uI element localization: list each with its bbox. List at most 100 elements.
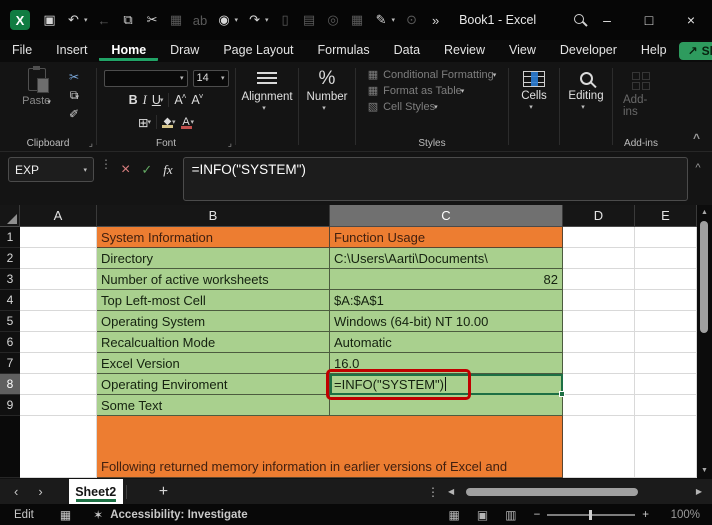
cell-D1[interactable] xyxy=(563,227,635,248)
cell-E2[interactable] xyxy=(635,248,697,269)
cell-E5[interactable] xyxy=(635,311,697,332)
horizontal-scroll-thumb[interactable] xyxy=(466,488,638,496)
collapse-formula-bar-icon[interactable]: ^ xyxy=(688,162,708,174)
cell-D3[interactable] xyxy=(563,269,635,290)
cell-B6[interactable]: Recalcualtion Mode xyxy=(97,332,330,353)
column-header-D[interactable]: D xyxy=(563,205,635,227)
cell-A3[interactable] xyxy=(20,269,97,290)
cell-E7[interactable] xyxy=(635,353,697,374)
row-header-3[interactable]: 3 xyxy=(0,269,20,290)
cell-D5[interactable] xyxy=(563,311,635,332)
font-size-combo[interactable]: 14 ▾ xyxy=(192,69,229,87)
horizontal-scrollbar[interactable]: ◀ ▶ xyxy=(448,484,702,499)
row-header-6[interactable]: 6 xyxy=(0,332,20,353)
cell-E6[interactable] xyxy=(635,332,697,353)
cell-C3[interactable]: 82 xyxy=(330,269,563,290)
zoom-out-icon[interactable]: − xyxy=(534,509,541,521)
insert-function-button[interactable]: fx xyxy=(163,162,172,178)
tab-options-icon[interactable]: ⋮ xyxy=(427,485,439,499)
cell-A5[interactable] xyxy=(20,311,97,332)
save-icon[interactable]: ▣ xyxy=(42,12,57,28)
cell-D7[interactable] xyxy=(563,353,635,374)
banner-cell[interactable]: Following returned memory information in… xyxy=(97,416,563,478)
document-edit-icon[interactable]: ✎ xyxy=(374,12,389,28)
tab-formulas[interactable]: Formulas xyxy=(306,41,382,61)
redo-chevron-icon[interactable]: ▾ xyxy=(265,16,269,24)
format-painter-button[interactable]: ✐ xyxy=(67,107,82,121)
font-color-chevron-icon[interactable]: ▾ xyxy=(191,118,195,126)
conditional-formatting-button[interactable]: ▦ Conditional Formatting ▾ xyxy=(368,68,497,82)
format-as-table-button[interactable]: ▦ Format as Table ▾ xyxy=(368,84,465,98)
cell-E1[interactable] xyxy=(635,227,697,248)
cell-D8[interactable] xyxy=(563,374,635,395)
cell-B5[interactable]: Operating System xyxy=(97,311,330,332)
cell-D4[interactable] xyxy=(563,290,635,311)
column-header-B[interactable]: B xyxy=(97,205,330,227)
row-header-4[interactable]: 4 xyxy=(0,290,20,311)
zoom-slider[interactable] xyxy=(547,509,636,520)
tab-insert[interactable]: Insert xyxy=(44,41,99,61)
copy-chevron-icon[interactable]: ▾ xyxy=(76,94,80,101)
tab-developer[interactable]: Developer xyxy=(548,41,629,61)
share-button[interactable]: ↗ Share ▾ xyxy=(678,42,712,60)
cell-A2[interactable] xyxy=(20,248,97,269)
cell-C2[interactable]: C:\Users\Aarti\Documents\ xyxy=(330,248,563,269)
cell-E-banner[interactable] xyxy=(635,416,697,478)
cell-A4[interactable] xyxy=(20,290,97,311)
copy-button[interactable]: ⧉ xyxy=(67,88,82,103)
column-header-C[interactable]: C xyxy=(330,205,563,227)
vertical-scroll-thumb[interactable] xyxy=(700,221,708,333)
row-header-1[interactable]: 1 xyxy=(0,227,20,248)
accessibility-status[interactable]: Accessibility: Investigate xyxy=(110,509,247,521)
add-sheet-button[interactable]: + xyxy=(159,483,168,501)
font-name-combo[interactable]: ▾ xyxy=(103,69,188,87)
clipboard-dialog-launcher[interactable]: ⌟ xyxy=(89,138,93,149)
scroll-up-icon[interactable]: ▲ xyxy=(701,205,708,219)
minimize-button[interactable]: – xyxy=(586,0,628,40)
row-header-9[interactable]: 9 xyxy=(0,395,20,416)
document-edit-chevron-icon[interactable]: ▾ xyxy=(392,16,396,24)
cell-C6[interactable]: Automatic xyxy=(330,332,563,353)
name-box[interactable]: EXP ▾ xyxy=(8,157,94,182)
tab-draw[interactable]: Draw xyxy=(158,41,211,61)
zoom-slider-thumb[interactable] xyxy=(589,509,593,520)
cell-B3[interactable]: Number of active worksheets xyxy=(97,269,330,290)
shrink-font-button[interactable]: A˅ xyxy=(191,92,203,107)
next-sheet-icon[interactable]: › xyxy=(38,484,42,499)
borders-chevron-icon[interactable]: ▾ xyxy=(147,118,151,126)
touch-mode-icon[interactable]: ◉ xyxy=(217,12,232,28)
scroll-down-icon[interactable]: ▼ xyxy=(701,463,708,477)
cell-A-banner[interactable] xyxy=(20,416,97,478)
touch-mode-chevron-icon[interactable]: ▾ xyxy=(235,16,239,24)
column-header-E[interactable]: E xyxy=(635,205,697,227)
enter-button[interactable]: ✓ xyxy=(141,162,152,178)
vertical-scrollbar[interactable]: ▲ ▼ xyxy=(697,205,712,479)
cell-styles-button[interactable]: ▧ Cell Styles ▾ xyxy=(368,100,438,114)
undo-chevron-icon[interactable]: ▾ xyxy=(84,16,88,24)
row-header-7[interactable]: 7 xyxy=(0,353,20,374)
cell-E8[interactable] xyxy=(635,374,697,395)
cell-A1[interactable] xyxy=(20,227,97,248)
tab-data[interactable]: Data xyxy=(382,41,432,61)
font-dialog-launcher[interactable]: ⌟ xyxy=(228,138,232,149)
cell-D6[interactable] xyxy=(563,332,635,353)
cell-A7[interactable] xyxy=(20,353,97,374)
zoom-level[interactable]: 100% xyxy=(666,509,700,521)
more-commands-icon[interactable]: » xyxy=(428,13,443,28)
cell-E3[interactable] xyxy=(635,269,697,290)
select-all-corner[interactable] xyxy=(0,205,20,227)
cell-E4[interactable] xyxy=(635,290,697,311)
tab-help[interactable]: Help xyxy=(629,41,679,61)
cell-B8[interactable]: Operating Enviroment xyxy=(97,374,330,395)
cell-D-banner[interactable] xyxy=(563,416,635,478)
row-header-2[interactable]: 2 xyxy=(0,248,20,269)
number-button[interactable]: % Number ▾ xyxy=(301,68,354,112)
fill-color-chevron-icon[interactable]: ▾ xyxy=(172,118,176,126)
cell-B7[interactable]: Excel Version xyxy=(97,353,330,374)
cell-D9[interactable] xyxy=(563,395,635,416)
row-header-8[interactable]: 8 xyxy=(0,374,20,395)
alignment-button[interactable]: Alignment ▾ xyxy=(235,68,298,112)
bold-button[interactable]: B xyxy=(129,93,138,107)
cell-B9[interactable]: Some Text xyxy=(97,395,330,416)
cell-C4[interactable]: $A:$A$1 xyxy=(330,290,563,311)
